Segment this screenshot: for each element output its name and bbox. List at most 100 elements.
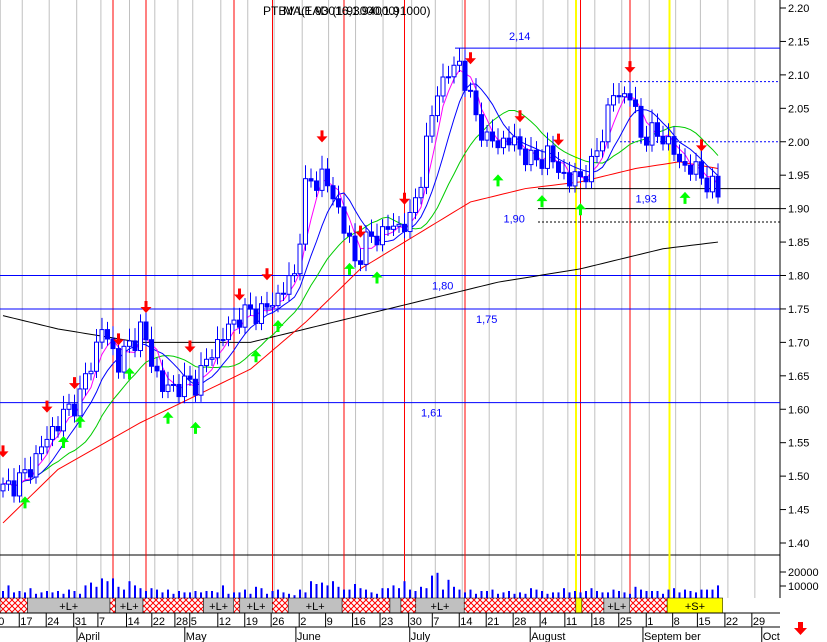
month-label: Oct <box>763 631 780 642</box>
volume-bar <box>640 589 642 598</box>
volume-bar <box>150 588 153 598</box>
y-tick-label: 1.75 <box>788 304 809 316</box>
volume-bar <box>431 575 433 598</box>
candle-body <box>545 145 550 169</box>
volume-bar <box>403 581 406 598</box>
volume-bar <box>398 588 400 598</box>
volume-bar <box>139 588 142 598</box>
candle-body <box>138 321 143 352</box>
volume-bar <box>40 592 43 598</box>
candle-body <box>539 159 545 169</box>
date-label: 19 <box>246 616 258 628</box>
candle-body <box>446 76 451 79</box>
candle-body <box>264 303 270 308</box>
volume-bar <box>293 595 296 598</box>
volume-bar <box>508 591 510 598</box>
buy-arrow-icon <box>492 174 504 187</box>
volume-bar <box>535 589 538 598</box>
volume-bar <box>706 589 708 598</box>
candle-body <box>330 185 336 200</box>
signal-band <box>629 597 668 614</box>
level-label: 1,90 <box>504 214 525 226</box>
volume-bar <box>343 589 345 598</box>
y-tick-label: 1.85 <box>788 237 809 249</box>
volume-bar <box>29 588 32 598</box>
signal-band <box>463 597 577 614</box>
month-label: July <box>411 631 431 642</box>
ma-mid2-line <box>2 109 719 488</box>
buy-arrow-icon <box>344 262 355 275</box>
date-label: 8 <box>674 616 680 628</box>
date-label: 23 <box>381 616 393 628</box>
candle-body <box>479 114 484 141</box>
volume-bar <box>244 589 246 598</box>
candle-body <box>517 136 523 150</box>
volume-bar <box>464 592 466 598</box>
date-label: 28 <box>514 616 526 628</box>
volume-bar <box>700 589 703 598</box>
volume-bar <box>376 593 378 598</box>
y-tick-label: 1.45 <box>788 505 809 517</box>
candle-body <box>594 150 600 157</box>
volume-bar <box>326 585 329 598</box>
candle-body <box>468 89 473 92</box>
candle-body <box>644 136 649 146</box>
candle-body <box>286 275 292 295</box>
candle-body <box>704 177 710 193</box>
buy-arrow-icon <box>371 271 383 284</box>
date-label: 18 <box>593 616 605 628</box>
candle-body <box>17 472 22 497</box>
candle-body <box>275 292 281 307</box>
volume-bar <box>541 591 543 598</box>
volume-bar <box>502 592 505 598</box>
date-label: 31 <box>75 616 87 628</box>
ma-short-line <box>2 69 719 488</box>
volume-bar <box>189 592 191 598</box>
volume-bar <box>695 592 697 598</box>
candle-body <box>242 304 248 328</box>
volume-bar <box>35 593 37 598</box>
volume-bar <box>585 591 587 598</box>
volume-bar <box>420 586 422 598</box>
volume-bar <box>623 592 626 598</box>
date-label: 1 <box>647 616 653 628</box>
y-tick-label: 1.70 <box>788 337 809 349</box>
candle-body <box>451 64 457 78</box>
volume-bar <box>359 588 362 598</box>
volume-bar <box>84 585 87 598</box>
volume-bar <box>62 593 65 598</box>
candle-body <box>424 135 429 188</box>
volume-bar <box>711 589 714 598</box>
candle-body <box>176 383 182 398</box>
chart-title: MA(1.93016,1.94000) <box>283 4 399 18</box>
volume-bar <box>128 581 131 598</box>
candle-body <box>297 243 303 275</box>
volume-bar <box>596 591 598 598</box>
candle-body <box>341 206 347 234</box>
volume-bar <box>612 589 615 598</box>
candle-body <box>605 104 611 143</box>
volume-bar <box>73 591 76 598</box>
volume-bar <box>574 591 576 598</box>
date-label: 29 <box>753 616 765 628</box>
signal-band-label: +S+ <box>685 601 705 613</box>
signal-band-label: +L+ <box>59 601 78 613</box>
date-label: 17 <box>20 616 32 628</box>
date-label: 2 <box>300 616 306 628</box>
volume-bar <box>557 592 560 598</box>
volume-bar <box>134 585 136 598</box>
volume-bar <box>167 589 169 598</box>
candle-body <box>457 60 462 66</box>
level-label: 1,75 <box>476 314 497 326</box>
volume-bar <box>579 592 582 598</box>
candle-body <box>253 308 259 324</box>
y-tick-label: 1.55 <box>788 438 809 450</box>
signal-band <box>233 597 241 614</box>
volume-bar <box>216 592 219 598</box>
candle-body <box>715 175 721 198</box>
volume-bar <box>271 591 274 598</box>
volume-bar <box>178 591 180 598</box>
volume-bar <box>332 581 334 598</box>
candle-body <box>385 226 391 230</box>
date-label: 22 <box>726 616 738 628</box>
